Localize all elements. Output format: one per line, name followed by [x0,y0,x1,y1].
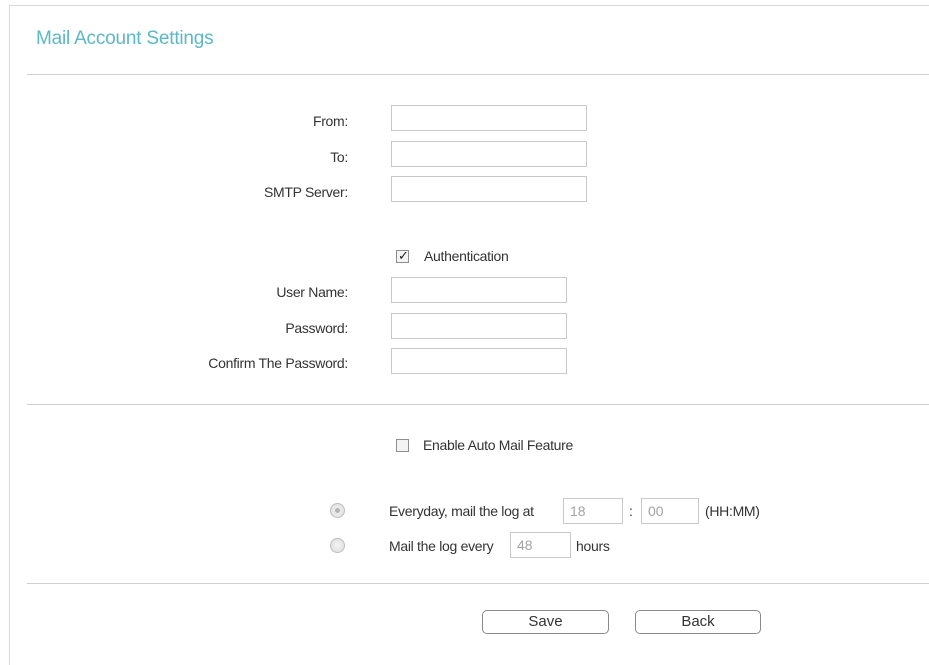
checkmark-icon: ✓ [398,248,409,263]
everyday-label: Everyday, mail the log at [389,503,534,519]
username-input[interactable] [391,277,567,303]
confirm-password-input[interactable] [391,348,567,374]
save-button[interactable]: Save [482,610,609,634]
authentication-label: Authentication [424,248,509,264]
from-input[interactable] [391,105,587,131]
divider [27,583,929,584]
to-label: To: [330,149,348,165]
smtp-server-label: SMTP Server: [263,184,348,200]
hour-input[interactable] [563,498,623,524]
section-title: Mail Account Settings [36,28,214,49]
password-input[interactable] [391,313,567,339]
interval-radio[interactable] [330,538,345,553]
smtp-server-input[interactable] [391,176,587,202]
minute-input[interactable] [641,498,699,524]
username-label: User Name: [276,284,348,300]
interval-label: Mail the log every [389,538,494,554]
authentication-checkbox[interactable]: ✓ [396,248,409,263]
confirm-password-label: Confirm The Password: [208,355,348,371]
auto-mail-label: Enable Auto Mail Feature [423,437,574,453]
time-format-label: (HH:MM) [705,503,760,519]
to-input[interactable] [391,141,587,167]
everyday-radio[interactable] [330,503,345,518]
back-button[interactable]: Back [635,610,761,634]
divider [27,74,929,75]
interval-unit-label: hours [576,538,610,554]
interval-hours-input[interactable] [510,532,571,558]
password-label: Password: [285,320,348,336]
radio-selected-dot [335,508,340,513]
divider [27,404,929,405]
time-separator: : [629,503,633,519]
from-label: From: [312,113,348,129]
auto-mail-checkbox[interactable] [396,439,409,452]
